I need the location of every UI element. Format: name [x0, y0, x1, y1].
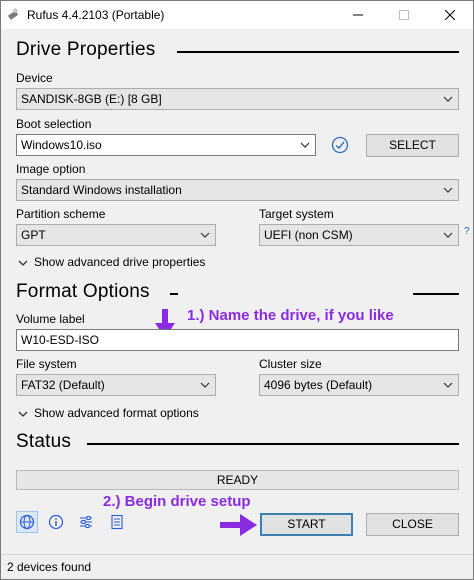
close-window-button[interactable] [427, 1, 473, 29]
section-divider [87, 443, 459, 445]
start-button[interactable]: START [260, 513, 353, 536]
info-icon [48, 514, 64, 530]
arrow-right-icon [220, 514, 257, 536]
select-button[interactable]: SELECT [366, 134, 459, 157]
status-progress-text: READY [216, 473, 259, 487]
window-title: Rufus 4.4.2103 (Portable) [27, 8, 165, 22]
device-label: Device [16, 71, 53, 85]
advanced-format-options-label: Show advanced format options [34, 406, 199, 420]
section-divider [170, 293, 178, 295]
checksum-check-icon[interactable] [331, 136, 349, 154]
cluster-size-label: Cluster size [259, 357, 322, 371]
section-divider [413, 293, 459, 295]
chevron-down-icon [18, 411, 28, 417]
about-button[interactable] [45, 511, 67, 533]
advanced-drive-properties-toggle[interactable]: Show advanced drive properties [18, 255, 205, 269]
cluster-size-value: 4096 bytes (Default) [264, 378, 373, 392]
chevron-down-icon [200, 232, 210, 238]
target-system-label: Target system [259, 207, 334, 221]
boot-selection-value: Windows10.iso [21, 138, 102, 152]
file-system-dropdown[interactable]: FAT32 (Default) [16, 374, 216, 396]
format-options-heading: Format Options [16, 281, 150, 302]
log-button[interactable] [106, 511, 128, 533]
log-icon [111, 514, 123, 530]
file-system-value: FAT32 (Default) [21, 378, 105, 392]
maximize-icon [399, 10, 409, 20]
image-option-dropdown[interactable]: Standard Windows installation [16, 179, 459, 201]
target-system-help-link[interactable]: ? [464, 226, 470, 237]
chevron-down-icon [443, 96, 453, 102]
close-icon [445, 10, 455, 20]
target-system-dropdown[interactable]: UEFI (non CSM) [259, 224, 459, 246]
chevron-down-icon [200, 382, 210, 388]
boot-selection-dropdown[interactable]: Windows10.iso [16, 134, 316, 156]
device-count-status: 2 devices found [7, 560, 92, 574]
chevron-down-icon [300, 142, 310, 148]
rufus-window: Rufus 4.4.2103 (Portable) Drive Properti… [0, 0, 474, 580]
chevron-down-icon [443, 187, 453, 193]
settings-button[interactable] [75, 511, 97, 533]
image-option-value: Standard Windows installation [21, 183, 182, 197]
chevron-down-icon [443, 382, 453, 388]
begin-setup-annotation: 2.) Begin drive setup [103, 493, 251, 510]
device-dropdown[interactable]: SANDISK-8GB (E:) [8 GB] [16, 88, 459, 110]
main-panel: Drive Properties Device SANDISK-8GB (E:)… [1, 29, 473, 554]
drive-properties-heading: Drive Properties [16, 39, 156, 60]
section-divider [177, 51, 459, 53]
settings-sliders-icon [80, 516, 92, 528]
close-button[interactable]: CLOSE [366, 513, 459, 536]
advanced-drive-properties-label: Show advanced drive properties [34, 255, 206, 269]
file-system-label: File system [16, 357, 77, 371]
chevron-down-icon [18, 260, 28, 266]
partition-scheme-label: Partition scheme [16, 207, 106, 221]
partition-scheme-value: GPT [21, 228, 46, 242]
minimize-icon [353, 14, 363, 16]
globe-icon [19, 514, 35, 530]
advanced-format-options-toggle[interactable]: Show advanced format options [18, 406, 199, 420]
device-value: SANDISK-8GB (E:) [8 GB] [21, 92, 162, 106]
maximize-button[interactable] [381, 1, 427, 29]
title-bar[interactable]: Rufus 4.4.2103 (Portable) [1, 1, 473, 29]
partition-scheme-dropdown[interactable]: GPT [16, 224, 216, 246]
cluster-size-dropdown[interactable]: 4096 bytes (Default) [259, 374, 459, 396]
status-bar: 2 devices found [1, 554, 473, 579]
image-option-label: Image option [16, 162, 86, 176]
status-progress-bar: READY [16, 470, 459, 490]
boot-selection-label: Boot selection [16, 117, 92, 131]
target-system-value: UEFI (non CSM) [264, 228, 353, 242]
volume-label-label: Volume label [16, 312, 85, 326]
language-button[interactable] [16, 511, 38, 533]
usb-drive-icon [7, 7, 19, 20]
volume-label-input[interactable]: W10-ESD-ISO [16, 329, 459, 351]
minimize-button[interactable] [335, 1, 381, 29]
chevron-down-icon [443, 232, 453, 238]
name-drive-annotation: 1.) Name the drive, if you like [187, 307, 394, 324]
status-heading: Status [16, 431, 72, 452]
